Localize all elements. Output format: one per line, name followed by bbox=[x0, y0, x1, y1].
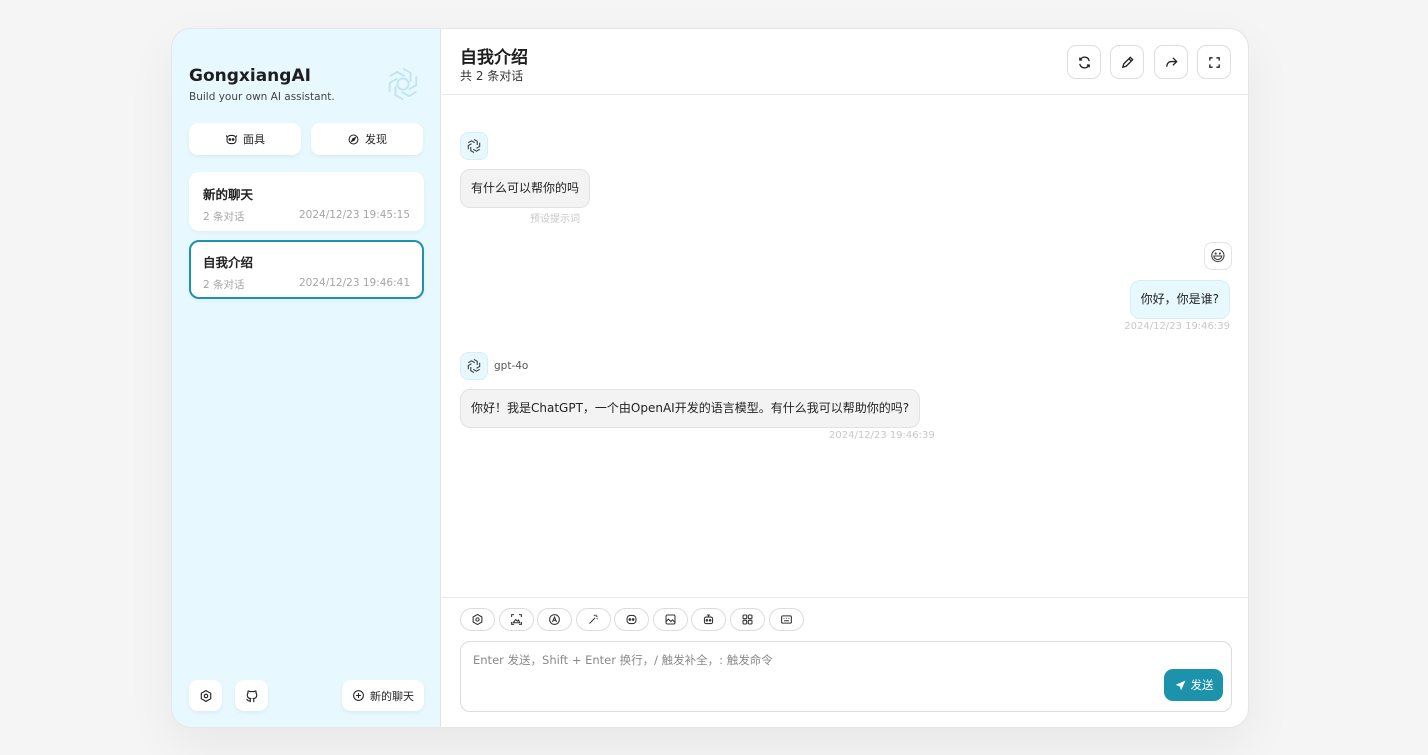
share-button[interactable] bbox=[1154, 45, 1188, 79]
chat-item-count: 2 条对话 bbox=[203, 211, 245, 223]
openai-logo-icon bbox=[388, 67, 418, 101]
message-meta: 预设提示词 bbox=[530, 214, 580, 225]
compass-icon bbox=[348, 134, 359, 144]
image-gen-icon bbox=[665, 614, 676, 625]
mask-icon bbox=[225, 134, 238, 144]
chat-item-count: 2 条对话 bbox=[203, 279, 245, 291]
upload-image-button[interactable] bbox=[499, 608, 534, 631]
new-chat-button[interactable]: 新的聊天 bbox=[342, 680, 424, 711]
discover-button[interactable]: 发现 bbox=[311, 123, 423, 155]
plugin-button[interactable] bbox=[730, 608, 765, 631]
model-select-button[interactable] bbox=[537, 608, 572, 631]
plugin-grid-icon bbox=[742, 614, 753, 625]
robot-icon bbox=[703, 614, 714, 625]
chat-message-count: 共 2 条对话 bbox=[460, 69, 524, 83]
shortcut-keyboard-icon bbox=[781, 615, 792, 624]
user-avatar: 😃 bbox=[1204, 242, 1232, 270]
chat-item-time: 2024/12/23 19:45:15 bbox=[298, 209, 410, 221]
chat-item-time: 2024/12/23 19:46:41 bbox=[298, 277, 410, 289]
model-name: gpt-4o bbox=[494, 360, 529, 372]
model-select-icon bbox=[549, 614, 560, 625]
chat-input[interactable] bbox=[461, 642, 1231, 711]
mask-icon bbox=[626, 614, 637, 625]
app-subtitle: Build your own AI assistant. bbox=[189, 91, 335, 103]
mask-button[interactable] bbox=[614, 608, 649, 631]
image-upload-icon bbox=[511, 614, 522, 625]
settings-button[interactable] bbox=[189, 680, 222, 711]
robot-button[interactable] bbox=[691, 608, 726, 631]
chat-input-box: 发送 bbox=[460, 641, 1232, 712]
chat-settings-button[interactable] bbox=[460, 608, 495, 631]
bot-message-bubble: 有什么可以帮你的吗 bbox=[460, 169, 591, 208]
user-message-bubble: 你好，你是谁? bbox=[1129, 280, 1230, 319]
bot-message-bubble: 你好！我是ChatGPT，一个由OpenAI开发的语言模型。有什么我可以帮助你的… bbox=[460, 389, 921, 428]
send-button-label: 发送 bbox=[1190, 678, 1214, 692]
settings-icon bbox=[472, 613, 483, 626]
chat-input-panel: 发送 bbox=[442, 597, 1248, 727]
sidebar: GongxiangAI Build your own AI assistant.… bbox=[172, 29, 441, 727]
prompt-button[interactable] bbox=[576, 608, 611, 631]
chat-list-item[interactable]: 新的聊天 2 条对话 2024/12/23 19:45:15 bbox=[189, 172, 424, 231]
pencil-icon bbox=[1121, 55, 1134, 68]
settings-icon bbox=[200, 689, 211, 702]
add-circle-icon bbox=[353, 690, 364, 701]
image-gen-button[interactable] bbox=[653, 608, 688, 631]
fullscreen-icon bbox=[1208, 56, 1220, 68]
send-button[interactable]: 发送 bbox=[1164, 669, 1223, 701]
smiley-emoji-icon: 😃 bbox=[1210, 246, 1226, 265]
chat-title[interactable]: 自我介绍 bbox=[460, 43, 528, 68]
openai-logo-icon bbox=[467, 138, 481, 154]
github-icon bbox=[245, 689, 257, 702]
chat-list-item-selected[interactable]: 自我介绍 2 条对话 2024/12/23 19:46:41 bbox=[189, 240, 424, 299]
share-icon bbox=[1165, 56, 1178, 67]
refresh-icon bbox=[1078, 55, 1090, 69]
openai-logo-icon bbox=[467, 358, 481, 374]
bot-avatar bbox=[460, 352, 488, 380]
masks-button-label: 面具 bbox=[243, 133, 265, 146]
app-name: GongxiangAI bbox=[189, 66, 311, 86]
bot-avatar bbox=[460, 132, 488, 160]
magic-wand-icon bbox=[589, 614, 598, 624]
discover-button-label: 发现 bbox=[365, 133, 387, 146]
chat-item-title: 自我介绍 bbox=[203, 255, 254, 270]
app-window: GongxiangAI Build your own AI assistant.… bbox=[171, 28, 1249, 728]
chat-header: 自我介绍 共 2 条对话 bbox=[442, 29, 1248, 95]
message-timestamp: 2024/12/23 19:46:39 bbox=[1124, 321, 1230, 332]
chat-item-title: 新的聊天 bbox=[203, 187, 254, 202]
fullscreen-button[interactable] bbox=[1197, 45, 1231, 79]
send-icon bbox=[1175, 680, 1185, 690]
message-timestamp: 2024/12/23 19:46:39 bbox=[829, 430, 935, 441]
new-chat-button-label: 新的聊天 bbox=[370, 689, 414, 703]
chat-main: 自我介绍 共 2 条对话 有什么可以帮你的吗 预设提示词 😃 你好，你是谁? 2… bbox=[442, 29, 1248, 727]
shortcut-button[interactable] bbox=[769, 608, 804, 631]
github-button[interactable] bbox=[235, 680, 268, 711]
edit-button[interactable] bbox=[1110, 45, 1144, 79]
refresh-button[interactable] bbox=[1067, 45, 1101, 79]
masks-button[interactable]: 面具 bbox=[189, 123, 301, 155]
